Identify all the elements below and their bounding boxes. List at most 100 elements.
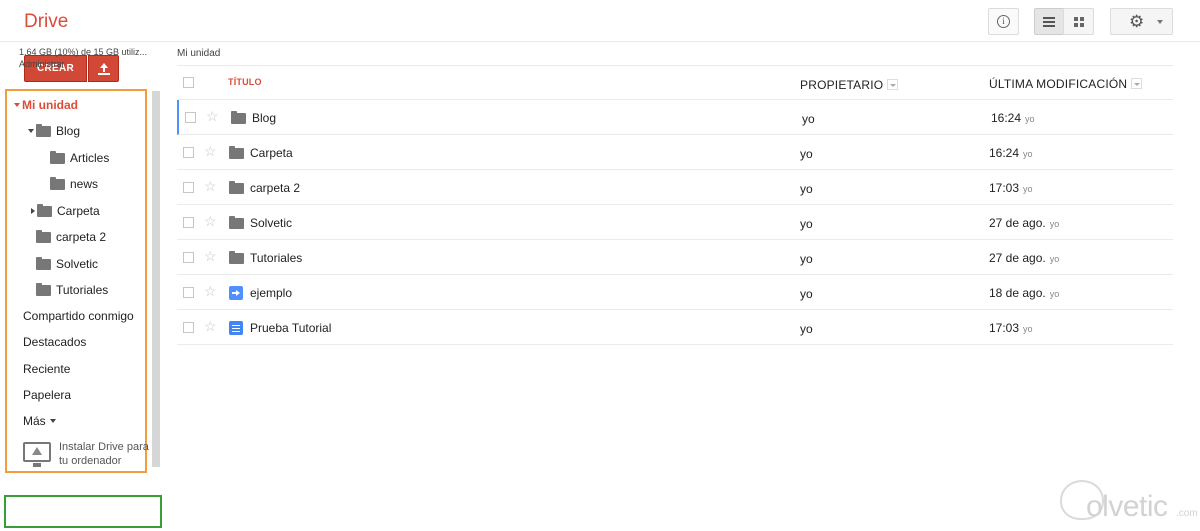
sort-dropdown-icon[interactable] bbox=[887, 79, 899, 91]
sidebar-item-label: Tutoriales bbox=[56, 283, 109, 297]
sidebar-item-blog[interactable]: Blog bbox=[28, 121, 80, 141]
table-row[interactable]: ☆ ejemplo yo 18 de ago. yo bbox=[177, 275, 1173, 310]
sidebar-item-my-drive[interactable]: Mi unidad bbox=[14, 95, 78, 115]
file-modified: 16:24 yo bbox=[989, 146, 1033, 160]
star-icon[interactable]: ☆ bbox=[204, 143, 217, 159]
file-owner: yo bbox=[800, 252, 813, 266]
folder-icon bbox=[36, 282, 51, 296]
table-row[interactable]: ☆ Solvetic yo 27 de ago. yo bbox=[177, 205, 1173, 240]
upload-button[interactable] bbox=[88, 55, 119, 82]
sidebar-item-carpeta[interactable]: Carpeta bbox=[31, 201, 100, 221]
row-checkbox[interactable] bbox=[183, 217, 194, 228]
file-modified: 27 de ago. yo bbox=[989, 251, 1060, 265]
manage-storage-link[interactable]: Administrar bbox=[19, 58, 65, 70]
chevron-down-icon bbox=[14, 103, 20, 107]
sidebar-item-solvetic[interactable]: Solvetic bbox=[36, 254, 98, 274]
sidebar-item-label: Carpeta bbox=[57, 204, 100, 218]
folder-icon bbox=[229, 146, 244, 159]
install-drive-label: Instalar Drive para tu ordenador bbox=[59, 441, 149, 467]
grid-view-button[interactable] bbox=[1063, 8, 1094, 35]
modified-column-header[interactable]: ÚLTIMA MODIFICACIÓN bbox=[989, 77, 1143, 91]
watermark-text: olvetic bbox=[1086, 490, 1168, 523]
storage-usage: 1,64 GB (10%) de 15 GB utiliz... bbox=[19, 47, 148, 57]
install-drive-link[interactable]: Instalar Drive para tu ordenador bbox=[23, 440, 153, 488]
file-owner: yo bbox=[800, 217, 813, 231]
watermark-suffix: .com bbox=[1176, 508, 1198, 519]
sidebar-scrollbar[interactable] bbox=[152, 91, 160, 467]
sidebar-item-label: Blog bbox=[56, 124, 81, 138]
file-owner: yo bbox=[800, 147, 813, 161]
list-view-icon bbox=[1043, 16, 1055, 27]
folder-icon bbox=[36, 123, 51, 137]
table-row[interactable]: ☆ Carpeta yo 16:24 yo bbox=[177, 135, 1173, 170]
file-modified: 18 de ago. yo bbox=[989, 286, 1060, 300]
row-checkbox[interactable] bbox=[183, 322, 194, 333]
sidebar-item-label: news bbox=[70, 177, 99, 191]
star-icon[interactable]: ☆ bbox=[204, 283, 217, 299]
table-row[interactable]: ☆ carpeta 2 yo 17:03 yo bbox=[177, 170, 1173, 205]
sidebar-item-news[interactable]: news bbox=[50, 174, 98, 194]
star-icon[interactable]: ☆ bbox=[204, 178, 217, 194]
form-icon bbox=[229, 286, 243, 300]
table-row[interactable]: ☆ Blog yo 16:24 yo bbox=[177, 100, 1173, 135]
row-checkbox[interactable] bbox=[183, 147, 194, 158]
modified-column-label: ÚLTIMA MODIFICACIÓN bbox=[989, 77, 1128, 91]
file-name[interactable]: Tutoriales bbox=[250, 251, 302, 265]
folder-icon bbox=[229, 216, 244, 229]
gear-icon: ⚙ bbox=[1129, 12, 1145, 31]
row-checkbox[interactable] bbox=[183, 182, 194, 193]
info-icon: i bbox=[997, 15, 1010, 28]
row-checkbox[interactable] bbox=[183, 287, 194, 298]
file-name[interactable]: Prueba Tutorial bbox=[250, 321, 331, 335]
star-icon[interactable]: ☆ bbox=[204, 213, 217, 229]
file-name[interactable]: ejemplo bbox=[250, 286, 292, 300]
settings-button[interactable]: ⚙ bbox=[1110, 8, 1173, 35]
sidebar-item-label: Más bbox=[23, 414, 46, 428]
sidebar-item-carpeta-2[interactable]: carpeta 2 bbox=[36, 227, 106, 247]
sidebar: CREAR Mi unidad Blog Articles news Carpe… bbox=[0, 42, 162, 531]
file-name[interactable]: Blog bbox=[252, 111, 276, 125]
select-all-checkbox[interactable] bbox=[183, 77, 194, 88]
sidebar-item-label: Mi unidad bbox=[22, 98, 78, 112]
upload-icon bbox=[97, 62, 110, 75]
file-name[interactable]: carpeta 2 bbox=[250, 181, 300, 195]
sort-dropdown-icon[interactable] bbox=[1131, 78, 1143, 90]
details-button[interactable]: i bbox=[988, 8, 1019, 35]
storage-highlight-box bbox=[4, 495, 162, 528]
file-list: TÍTULO PROPIETARIO ÚLTIMA MODIFICACIÓN ☆… bbox=[177, 65, 1173, 345]
table-row[interactable]: ☆ Prueba Tutorial yo 17:03 yo bbox=[177, 310, 1173, 345]
star-icon[interactable]: ☆ bbox=[204, 318, 217, 334]
list-view-button[interactable] bbox=[1034, 8, 1064, 35]
sidebar-item-articles[interactable]: Articles bbox=[50, 148, 109, 168]
owner-column-header[interactable]: PROPIETARIO bbox=[800, 78, 899, 92]
star-icon[interactable]: ☆ bbox=[204, 248, 217, 264]
sidebar-item-starred[interactable]: Destacados bbox=[23, 332, 86, 352]
sidebar-item-more[interactable]: Más bbox=[23, 411, 58, 431]
file-name[interactable]: Solvetic bbox=[250, 216, 292, 230]
chevron-down-icon bbox=[49, 419, 56, 423]
sidebar-item-shared[interactable]: Compartido conmigo bbox=[23, 306, 134, 326]
row-checkbox[interactable] bbox=[183, 252, 194, 263]
desktop-drive-icon bbox=[23, 442, 51, 467]
file-owner: yo bbox=[800, 287, 813, 301]
breadcrumb[interactable]: Mi unidad bbox=[177, 48, 220, 59]
file-owner: yo bbox=[802, 112, 815, 126]
folder-icon bbox=[229, 181, 244, 194]
folder-icon bbox=[231, 111, 246, 124]
sidebar-item-recent[interactable]: Reciente bbox=[23, 359, 70, 379]
sidebar-item-tutoriales[interactable]: Tutoriales bbox=[36, 280, 108, 300]
file-modified: 27 de ago. yo bbox=[989, 216, 1060, 230]
sidebar-item-label: Solvetic bbox=[56, 257, 99, 271]
table-row[interactable]: ☆ Tutoriales yo 27 de ago. yo bbox=[177, 240, 1173, 275]
sidebar-item-trash[interactable]: Papelera bbox=[23, 385, 71, 405]
file-modified: 17:03 yo bbox=[989, 181, 1033, 195]
file-owner: yo bbox=[800, 182, 813, 196]
file-name[interactable]: Carpeta bbox=[250, 146, 293, 160]
row-checkbox[interactable] bbox=[185, 112, 196, 123]
folder-icon bbox=[50, 176, 65, 190]
app-title[interactable]: Drive bbox=[24, 11, 68, 33]
folder-icon bbox=[50, 150, 65, 164]
folder-icon bbox=[36, 229, 51, 243]
star-icon[interactable]: ☆ bbox=[206, 108, 219, 124]
title-column-header[interactable]: TÍTULO bbox=[228, 77, 262, 87]
